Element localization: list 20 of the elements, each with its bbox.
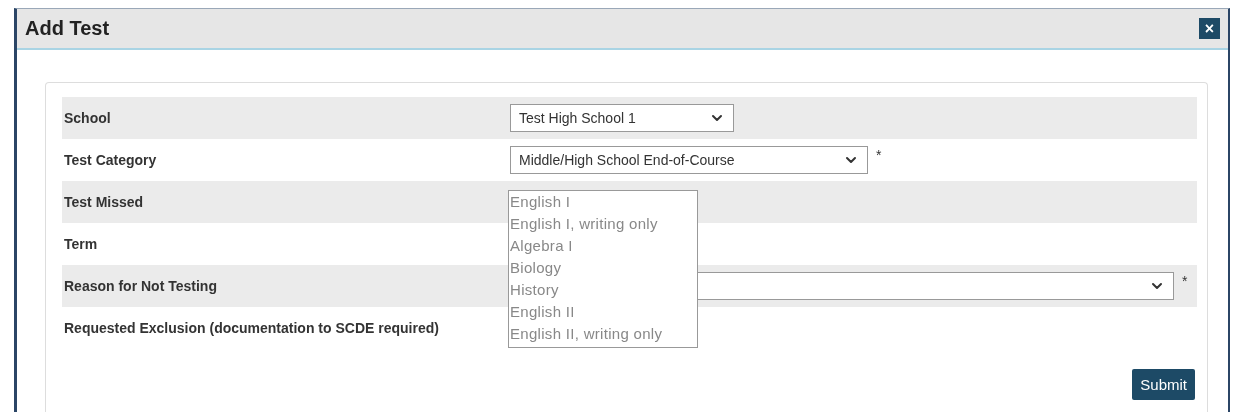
submit-button[interactable]: Submit <box>1132 369 1195 400</box>
list-option[interactable]: Biology <box>510 257 697 279</box>
field-label: Requested Exclusion (documentation to SCDE required) <box>63 320 440 336</box>
select-field[interactable]: Test High School 1 <box>510 104 734 132</box>
select-field[interactable]: Middle/High School End-of-Course <box>510 146 868 174</box>
list-option[interactable]: Algebra I <box>510 235 697 257</box>
close-button[interactable]: × <box>1199 18 1220 39</box>
field-label: School <box>63 110 112 126</box>
list-option[interactable]: English I, writing only <box>510 213 697 235</box>
list-option[interactable]: English II, writing only <box>510 323 697 345</box>
dialog-title: Add Test <box>25 17 110 40</box>
field-label: Reason for Not Testing <box>63 278 218 294</box>
list-option[interactable]: English I <box>510 191 697 213</box>
field-label: Test Category <box>63 152 158 168</box>
field-label: Term <box>63 236 99 252</box>
field-label: Test Missed <box>63 194 145 210</box>
required-mark: * <box>1182 273 1188 289</box>
required-mark: * <box>876 147 882 163</box>
list-option[interactable]: History <box>510 279 697 301</box>
list-option[interactable]: English II <box>510 301 697 323</box>
